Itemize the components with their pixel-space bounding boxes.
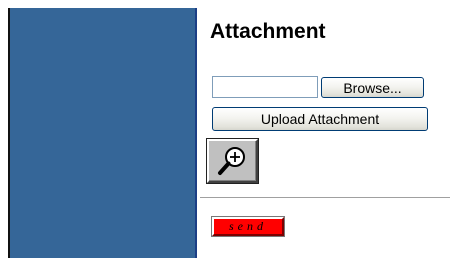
left-side-panel [8,8,197,258]
page: Attachment Browse... Upload Attachment s… [0,0,450,258]
send-button[interactable]: send [212,217,284,236]
attachment-panel: Attachment Browse... Upload Attachment s… [200,8,450,258]
upload-attachment-button[interactable]: Upload Attachment [212,107,428,131]
browse-button[interactable]: Browse... [321,77,424,98]
zoom-in-magnifier-icon [217,147,245,175]
section-divider [200,197,450,199]
page-title: Attachment [210,20,326,43]
zoom-in-button[interactable] [207,139,258,183]
file-path-input[interactable] [212,76,318,98]
